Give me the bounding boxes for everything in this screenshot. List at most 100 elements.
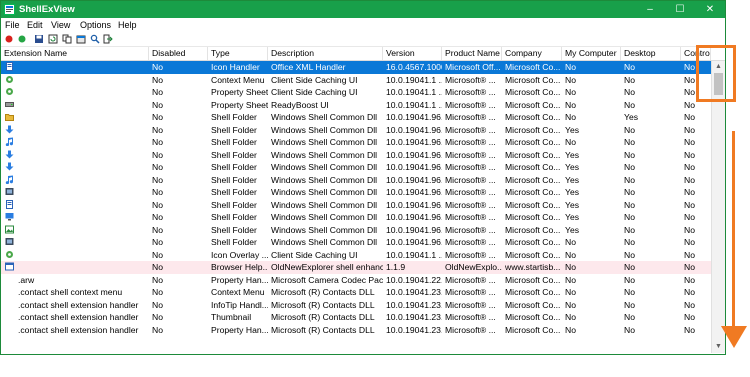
table-row[interactable]: No Shell Folder Windows Shell Common Dll 10…	[1, 174, 711, 187]
cell-desc: Microsoft (R) Contacts DLL	[271, 299, 375, 310]
table-row[interactable]: No Property Sheet Client Side Caching UI 10…	[1, 86, 711, 99]
find-icon[interactable]	[90, 34, 100, 44]
table-row[interactable]: .contact shell extension handler No Proper…	[1, 324, 711, 337]
cell-ver: 10.0.19041.1 ...	[386, 87, 442, 97]
table-row[interactable]: No Shell Folder Windows Shell Common Dll 10…	[1, 149, 711, 162]
maximize-button[interactable]: ☐	[665, 1, 695, 18]
menu-options[interactable]: Options	[80, 20, 111, 30]
cell-mycomp: No	[565, 262, 576, 272]
cell-mycomp: Yes	[565, 199, 580, 210]
cell-ver: 10.0.19041.96...	[386, 187, 442, 197]
cell-name	[17, 186, 149, 199]
table-row[interactable]: No Shell Folder Windows Shell Common Dll 10…	[1, 224, 711, 237]
vertical-scrollbar[interactable]: ▲ ▼	[711, 61, 725, 353]
column-header-version[interactable]: Version	[383, 47, 442, 60]
cell-desc: Windows Shell Common Dll	[271, 149, 378, 160]
column-header-product-name[interactable]: Product Name	[442, 47, 502, 60]
cell-disabled: No	[152, 174, 163, 185]
cell-ctrl: No	[684, 149, 695, 160]
cell-ctrl: No	[684, 249, 695, 260]
save-icon[interactable]	[34, 34, 44, 44]
downloads-icon	[5, 150, 14, 158]
cell-comp: Microsoft Co...	[505, 112, 561, 122]
cell-desk: No	[624, 262, 635, 272]
table-row[interactable]: No Shell Folder Windows Shell Common Dll 10…	[1, 186, 711, 199]
cell-comp: Microsoft Co...	[505, 199, 561, 210]
cell-type: Thumbnail	[211, 312, 252, 322]
cell-name: .arw	[18, 274, 35, 285]
cell-type: Shell Folder	[211, 212, 257, 222]
cell-prod: OldNewExplo...	[445, 262, 502, 272]
cell-prod: Microsoft® ...	[445, 237, 496, 247]
table-row[interactable]: No Shell Folder Windows Shell Common Dll 10…	[1, 211, 711, 224]
table-row[interactable]: .contact shell extension handler No InfoTi…	[1, 299, 711, 312]
cell-disabled: No	[152, 187, 163, 197]
cell-comp: Microsoft Co...	[505, 174, 561, 185]
cell-mycomp: Yes	[565, 162, 580, 172]
cell-mycomp: No	[565, 112, 576, 122]
desktop-icon	[5, 213, 14, 221]
cell-type: Shell Folder	[211, 199, 257, 210]
column-header-desktop[interactable]: Desktop	[621, 47, 681, 60]
cell-name	[17, 111, 149, 124]
cell-disabled: No	[152, 249, 163, 260]
table-row[interactable]: .contact shell extension handler No Thumbn…	[1, 311, 711, 324]
refresh-icon[interactable]	[48, 34, 58, 44]
folder-icon	[5, 114, 14, 121]
column-header-description[interactable]: Description	[268, 47, 383, 60]
cell-desc: Windows Shell Common Dll	[271, 224, 378, 235]
table-row[interactable]: No Shell Folder Windows Shell Common Dll 10…	[1, 111, 711, 124]
cell-ctrl: No	[684, 137, 695, 147]
cell-prod: Microsoft® ...	[445, 224, 496, 235]
exit-icon[interactable]	[103, 34, 113, 44]
cell-comp: Microsoft Co...	[505, 99, 561, 110]
cell-name	[17, 149, 149, 162]
column-header-extension-name[interactable]: Extension Name	[1, 47, 149, 60]
table-row[interactable]: .contact shell context menu No Context Men…	[1, 286, 711, 299]
cell-type: Shell Folder	[211, 112, 257, 122]
column-header-company[interactable]: Company	[502, 47, 562, 60]
table-row[interactable]: No Context Menu Client Side Caching UI 10.0…	[1, 74, 711, 87]
video-icon	[5, 188, 14, 195]
table-row[interactable]: No Shell Folder Windows Shell Common Dll 10…	[1, 161, 711, 174]
cell-mycomp: No	[565, 99, 576, 110]
copy-icon[interactable]	[62, 34, 72, 44]
cell-desc: Windows Shell Common Dll	[271, 237, 378, 247]
cell-mycomp: No	[565, 87, 576, 97]
table-row[interactable]: No Browser Help... OldNewExplorer shell en…	[1, 261, 711, 274]
column-header-type[interactable]: Type	[208, 47, 268, 60]
cell-desc: Client Side Caching UI	[271, 87, 358, 97]
menu-edit[interactable]: Edit	[27, 20, 43, 30]
table-row[interactable]: No Icon Handler Office XML Handler 16.0.456…	[1, 61, 711, 74]
close-button[interactable]: ✕	[695, 1, 725, 18]
minimize-button[interactable]: –	[635, 1, 665, 18]
table-row[interactable]: No Shell Folder Windows Shell Common Dll 10…	[1, 124, 711, 137]
table-row[interactable]: .arw No Property Han... Microsoft Camera Co…	[1, 274, 711, 287]
cell-desk: No	[624, 249, 635, 260]
table-row[interactable]: No Property Sheet ReadyBoost UI 10.0.19041.…	[1, 99, 711, 112]
table-row[interactable]: No Shell Folder Windows Shell Common Dll 10…	[1, 136, 711, 149]
table-row[interactable]: No Shell Folder Windows Shell Common Dll 10…	[1, 199, 711, 212]
cell-name	[17, 174, 149, 187]
cell-ver: 10.0.19041.1 ...	[386, 74, 442, 85]
menu-file[interactable]: File	[5, 20, 20, 30]
cell-type: Shell Folder	[211, 124, 257, 135]
menu-help[interactable]: Help	[118, 20, 137, 30]
cell-name	[17, 224, 149, 237]
table-row[interactable]: No Icon Overlay ... Client Side Caching UI…	[1, 249, 711, 262]
properties-icon[interactable]	[76, 34, 86, 44]
cell-type: Icon Overlay ...	[211, 249, 268, 260]
cell-mycomp: Yes	[565, 187, 580, 197]
cell-type: Property Sheet	[211, 87, 268, 97]
red-dot-icon[interactable]	[4, 34, 14, 44]
cell-mycomp: No	[565, 312, 576, 322]
green-dot-icon[interactable]	[17, 34, 27, 44]
cell-mycomp: Yes	[565, 124, 580, 135]
menu-view[interactable]: View	[51, 20, 70, 30]
cell-name	[17, 249, 149, 262]
cell-type: Browser Help...	[211, 262, 268, 272]
cell-mycomp: No	[565, 249, 576, 260]
column-header-disabled[interactable]: Disabled	[149, 47, 208, 60]
table-row[interactable]: No Shell Folder Windows Shell Common Dll 10…	[1, 236, 711, 249]
column-header-my-computer[interactable]: My Computer	[562, 47, 621, 60]
